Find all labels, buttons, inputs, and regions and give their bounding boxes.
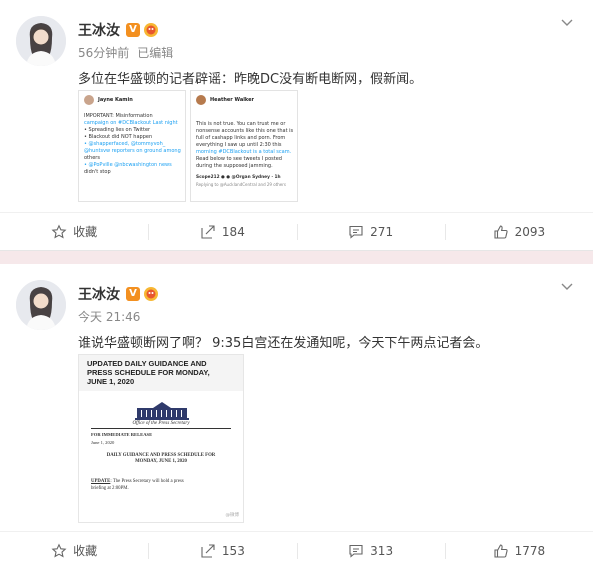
doc-header: UPDATED DAILY GUIDANCE AND PRESS SCHEDUL… (79, 355, 243, 391)
star-icon (51, 543, 67, 557)
post-meta: 今天 21:46 (78, 308, 140, 325)
doc-rule (91, 428, 231, 429)
doc-header-line: UPDATED DAILY GUIDANCE AND (87, 359, 207, 368)
repost-icon (201, 224, 215, 239)
tweet-line: didn't stop (84, 169, 111, 175)
tweet-footer-reply: Replying to @AucklandCentral and 29 othe… (196, 182, 286, 187)
doc-update-text: : The Press Secretary will hold a press (110, 479, 184, 484)
tweet-screenshot-2[interactable]: Heather Walker This is not true. You can… (190, 90, 298, 202)
section-divider (0, 251, 593, 264)
repost-button[interactable]: 153 (148, 532, 296, 569)
post-text: 多位在华盛顿的记者辟谣：昨晚DC没有断电断网，假新闻。 (78, 72, 423, 87)
tweet-line: IMPORTANT: Misinformation (84, 113, 153, 119)
watermark: @微博 (225, 513, 240, 518)
post-time[interactable]: 今天 21:46 (78, 308, 140, 325)
repost-button[interactable]: 184 (148, 213, 296, 250)
doc-update: UPDATE: The Press Secretary will hold a … (91, 479, 231, 484)
chevron-down-icon[interactable] (559, 14, 575, 30)
tweet-line: • Spreading lies on Twitter (84, 127, 151, 133)
like-button[interactable]: 1778 (444, 532, 593, 569)
tweet-line: everything I saw up until 2:30 this (196, 142, 282, 148)
username[interactable]: 王冰汝 (78, 20, 120, 40)
edited-label[interactable]: 已编辑 (137, 44, 173, 61)
tweet-line: Read below to see tweets I posted (196, 156, 282, 162)
fan-badge-icon (144, 287, 158, 301)
author-row: 王冰汝 V (78, 284, 159, 304)
tweet-line: This is not true. You can trust me or (196, 121, 286, 127)
post-time[interactable]: 56分钟前 (78, 44, 129, 61)
comment-icon (349, 225, 363, 239)
doc-update-label: UPDATE (91, 479, 111, 484)
comment-button[interactable]: 271 (296, 213, 445, 250)
tweet-line: campaign on #DCBlackout Last night (84, 120, 178, 126)
username[interactable]: 王冰汝 (78, 284, 120, 304)
doc-update-text2: briefing at 2:00PM. (91, 486, 129, 491)
like-icon (494, 224, 508, 239)
avatar[interactable] (16, 280, 66, 330)
favorite-button[interactable]: 收藏 (0, 532, 148, 569)
favorite-label: 收藏 (73, 544, 98, 558)
verified-icon: V (126, 23, 140, 37)
doc-release: FOR IMMEDIATE RELEASE (91, 432, 153, 437)
tweet-line: @huntsvw reporters on ground among (84, 148, 181, 154)
doc-header-line: PRESS SCHEDULE FOR MONDAY, (87, 368, 210, 377)
repost-count: 153 (221, 543, 245, 558)
tweet-line: morning #DCBlackout is a total scam. (196, 149, 292, 155)
tweet-line: others (84, 155, 100, 161)
repost-icon (201, 543, 215, 558)
author-row: 王冰汝 V (78, 20, 159, 40)
tweet-line: nonsense accounts like this one that is (196, 128, 294, 134)
post-text: 谁说华盛顿断网了啊？ 9:35白宫还在发通知呢，今天下午两点记者会。 (78, 336, 489, 351)
doc-office: Office of the Press Secretary (132, 421, 190, 426)
post-meta: 56分钟前 已编辑 (78, 44, 173, 61)
chevron-down-icon[interactable] (559, 278, 575, 294)
doc-header-line: JUNE 1, 2020 (87, 377, 135, 386)
tweet-line: • @PoPville @nbcwashington news (84, 162, 172, 168)
tweet-screenshot-1[interactable]: Jayne Kamin IMPORTANT: Misinformation ca… (78, 90, 186, 202)
comment-button[interactable]: 313 (296, 532, 445, 569)
tweet-line: • Blackout did NOT happen (84, 134, 153, 140)
tweet-author: Jayne Kamin (98, 97, 133, 103)
tweet-avatar (84, 95, 94, 105)
tweet-author: Heather Walker (210, 97, 254, 103)
comment-count: 313 (370, 543, 394, 558)
white-house-icon (135, 402, 189, 420)
tweet-footer: Scope212 ● ● @Organ Sydney · 1h (196, 175, 281, 180)
like-button[interactable]: 2093 (444, 213, 593, 250)
like-count: 2093 (514, 224, 546, 239)
tweet-line: during the supposed jamming. (196, 163, 273, 169)
repost-count: 184 (221, 224, 245, 239)
tweet-avatar (196, 95, 206, 105)
like-icon (494, 543, 508, 558)
favorite-label: 收藏 (73, 225, 98, 239)
star-icon (51, 224, 67, 238)
post-card-1: 王冰汝 V 56分钟前 已编辑 多位在华盛顿的记者辟谣：昨晚DC没有断电断网，假… (0, 0, 593, 251)
action-bar: 收藏 153 313 1778 (0, 531, 593, 569)
tweet-line: • @shapperfaced, @tommyvoh_ (84, 141, 166, 147)
like-count: 1778 (514, 543, 546, 558)
comment-count: 271 (370, 224, 394, 239)
verified-icon: V (126, 287, 140, 301)
press-schedule-image[interactable]: UPDATED DAILY GUIDANCE AND PRESS SCHEDUL… (78, 354, 244, 523)
comment-icon (349, 544, 363, 558)
avatar[interactable] (16, 16, 66, 66)
tweet-line: full of cashapp links and porn. From (196, 135, 286, 141)
favorite-button[interactable]: 收藏 (0, 213, 148, 250)
action-bar: 收藏 184 271 2093 (0, 212, 593, 250)
fan-badge-icon (144, 23, 158, 37)
